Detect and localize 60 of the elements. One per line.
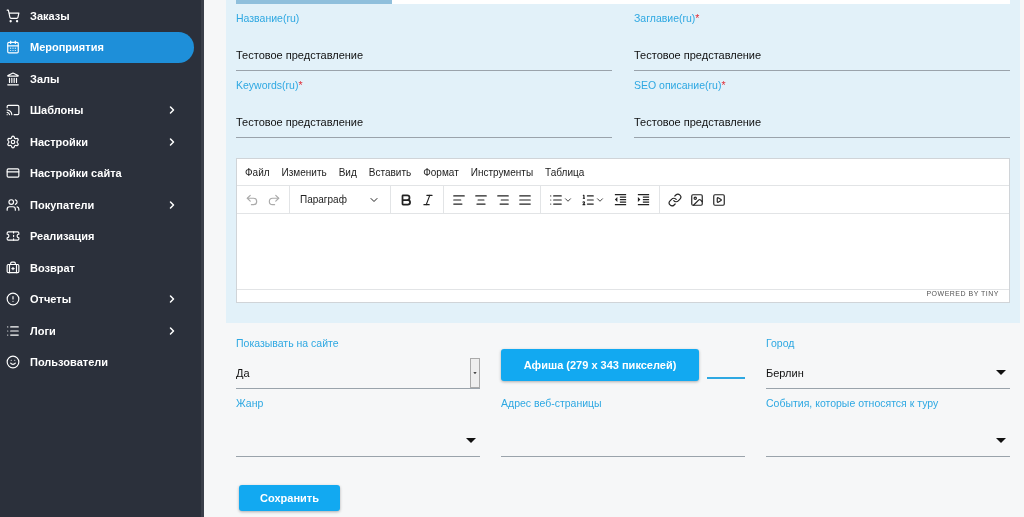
select-field[interactable]: Берлин bbox=[766, 357, 1010, 389]
caret-icon bbox=[466, 438, 476, 443]
sidebar-item[interactable]: Логи bbox=[0, 315, 194, 347]
text-field[interactable]: Тестовое представление bbox=[236, 93, 612, 138]
menu-item[interactable]: Вид bbox=[338, 166, 357, 178]
people-icon bbox=[6, 197, 20, 212]
text-field[interactable]: Тестовое представление bbox=[236, 26, 612, 71]
sidebar-item[interactable]: Возврат bbox=[0, 252, 194, 284]
field-label: Город bbox=[766, 337, 796, 351]
sidebar-item[interactable]: Настройки bbox=[0, 126, 194, 158]
menu-item[interactable]: Таблица bbox=[545, 166, 585, 178]
numbered-list-icon bbox=[581, 192, 595, 207]
field-label: Жанр bbox=[236, 397, 265, 411]
menu-item[interactable]: Файл bbox=[245, 166, 270, 178]
field-label: Адрес веб-страницы bbox=[501, 397, 603, 411]
align-right-button[interactable] bbox=[494, 192, 512, 207]
text-field[interactable]: Тестовое представление bbox=[634, 26, 1010, 71]
sidebar-item[interactable]: Шаблоны bbox=[0, 94, 194, 126]
calendar-icon bbox=[6, 40, 20, 55]
sidebar-item[interactable]: Залы bbox=[0, 63, 194, 95]
bullet-list-icon bbox=[549, 192, 563, 207]
field-label: Keywords(ru)* bbox=[236, 79, 304, 93]
block-format-dropdown[interactable]: Параграф bbox=[296, 193, 384, 206]
cast-icon bbox=[6, 103, 20, 118]
caret-icon bbox=[996, 438, 1006, 443]
menu-item[interactable]: Инструменты bbox=[470, 166, 534, 178]
select-field[interactable]: Да bbox=[236, 357, 480, 389]
ticket-icon bbox=[6, 229, 20, 244]
field-label: SEO описание(ru)* bbox=[634, 79, 727, 93]
field-label: Показывать на сайте bbox=[236, 337, 340, 351]
align-center-button[interactable] bbox=[472, 192, 490, 207]
media-button[interactable] bbox=[710, 192, 728, 207]
field-label: Название(ru) bbox=[236, 12, 301, 26]
menu-item[interactable]: Изменить bbox=[281, 166, 327, 178]
bank-building-icon bbox=[6, 71, 20, 86]
sidebar-item[interactable]: Пользователи bbox=[0, 346, 194, 378]
menu-item[interactable]: Формат bbox=[423, 166, 459, 178]
sidebar-item[interactable]: Мероприятия bbox=[0, 31, 194, 63]
face-icon bbox=[6, 355, 20, 370]
sidebar-item[interactable]: Настройки сайта bbox=[0, 157, 194, 189]
sidebar-item[interactable]: Заказы bbox=[0, 0, 194, 32]
justify-button[interactable] bbox=[516, 192, 534, 207]
sidebar-item[interactable]: Покупатели bbox=[0, 189, 194, 221]
bag-icon bbox=[6, 260, 20, 275]
browser-window-icon bbox=[6, 166, 20, 181]
link-button[interactable] bbox=[666, 192, 684, 207]
sidebar-item[interactable]: Отчеты bbox=[0, 283, 194, 315]
file-input-line[interactable] bbox=[707, 377, 745, 379]
image-button[interactable] bbox=[688, 192, 706, 207]
cart-icon bbox=[6, 8, 20, 23]
caret-icon bbox=[996, 370, 1006, 375]
list-icon bbox=[6, 323, 20, 338]
menu-item[interactable]: Вставить bbox=[368, 166, 412, 178]
text-field[interactable]: Тестовое представление bbox=[634, 93, 1010, 138]
sidebar-item[interactable]: Реализация bbox=[0, 220, 194, 252]
gear-icon bbox=[6, 134, 20, 149]
exclamation-circle-icon bbox=[6, 292, 20, 307]
align-left-button[interactable] bbox=[450, 192, 468, 207]
field-label: Заглавие(ru)* bbox=[634, 12, 701, 26]
field-label: События, которые относятся к туру bbox=[766, 397, 940, 411]
